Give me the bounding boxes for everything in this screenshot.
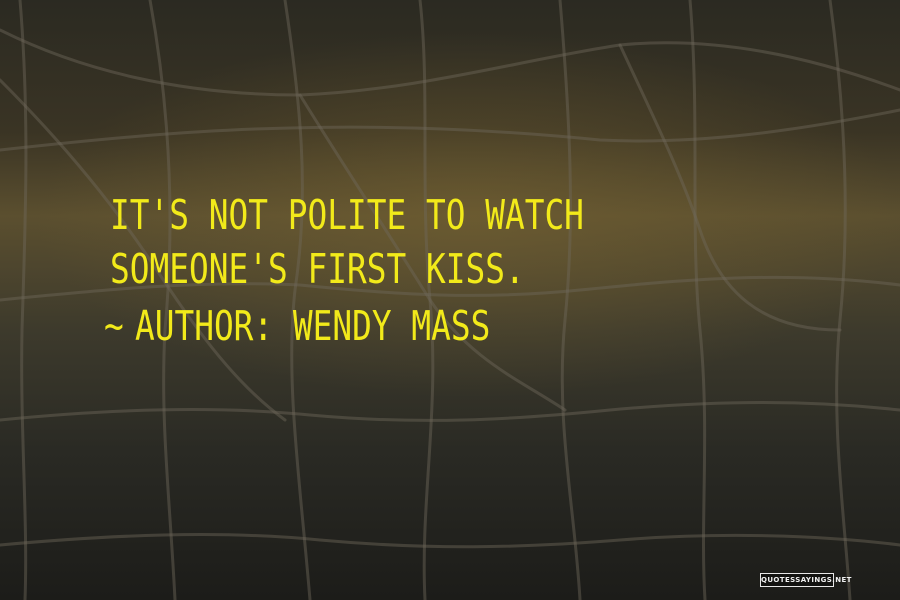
watermark-logo: QUOTESSAYINGS.NET: [760, 573, 851, 587]
quote-text: IT'S NOT POLITE TO WATCH SOMEONE'S FIRST…: [110, 191, 584, 293]
quote-card: IT'S NOT POLITE TO WATCH SOMEONE'S FIRST…: [0, 0, 900, 600]
net-background: [0, 0, 900, 600]
author-label: AUTHOR: WENDY MASS: [134, 302, 491, 350]
tilde-separator: ~: [104, 302, 124, 350]
author-line: ~ AUTHOR: WENDY MASS: [104, 301, 490, 351]
